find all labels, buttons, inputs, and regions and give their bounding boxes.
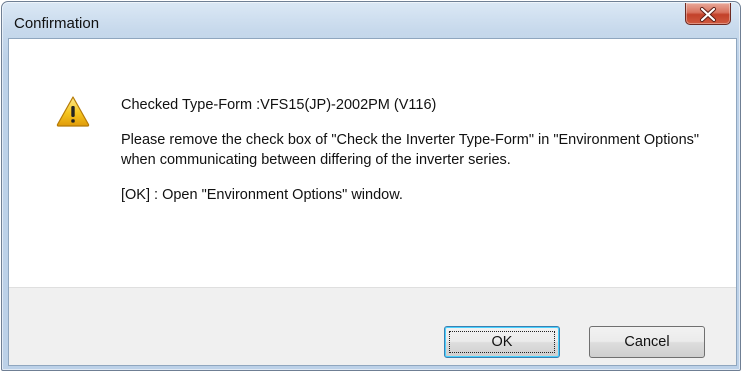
ok-button[interactable]: OK xyxy=(444,326,560,358)
focus-ring xyxy=(449,331,555,353)
cancel-button-label: Cancel xyxy=(624,334,670,350)
close-icon xyxy=(700,7,716,22)
message-line-instructions: Please remove the check box of "Check th… xyxy=(121,132,700,168)
message-area: Checked Type-Form :VFS15(JP)-2002PM (V11… xyxy=(9,39,736,287)
message-line-type-form: Checked Type-Form :VFS15(JP)-2002PM (V11… xyxy=(121,97,437,113)
cancel-button[interactable]: Cancel xyxy=(589,326,705,358)
warning-icon xyxy=(56,96,90,127)
title-bar[interactable]: Confirmation xyxy=(2,2,740,34)
message-line-ok-hint: [OK] : Open "Environment Options" window… xyxy=(121,187,403,203)
message-text: Checked Type-Form :VFS15(JP)-2002PM (V11… xyxy=(121,95,711,220)
window-title: Confirmation xyxy=(14,15,100,32)
close-button[interactable] xyxy=(685,3,731,25)
button-bar: OK Cancel xyxy=(9,287,736,365)
dialog-client-area: Checked Type-Form :VFS15(JP)-2002PM (V11… xyxy=(8,38,737,366)
confirmation-dialog: Confirmation Checked Type-Form:VFS15(JP… xyxy=(1,1,741,371)
